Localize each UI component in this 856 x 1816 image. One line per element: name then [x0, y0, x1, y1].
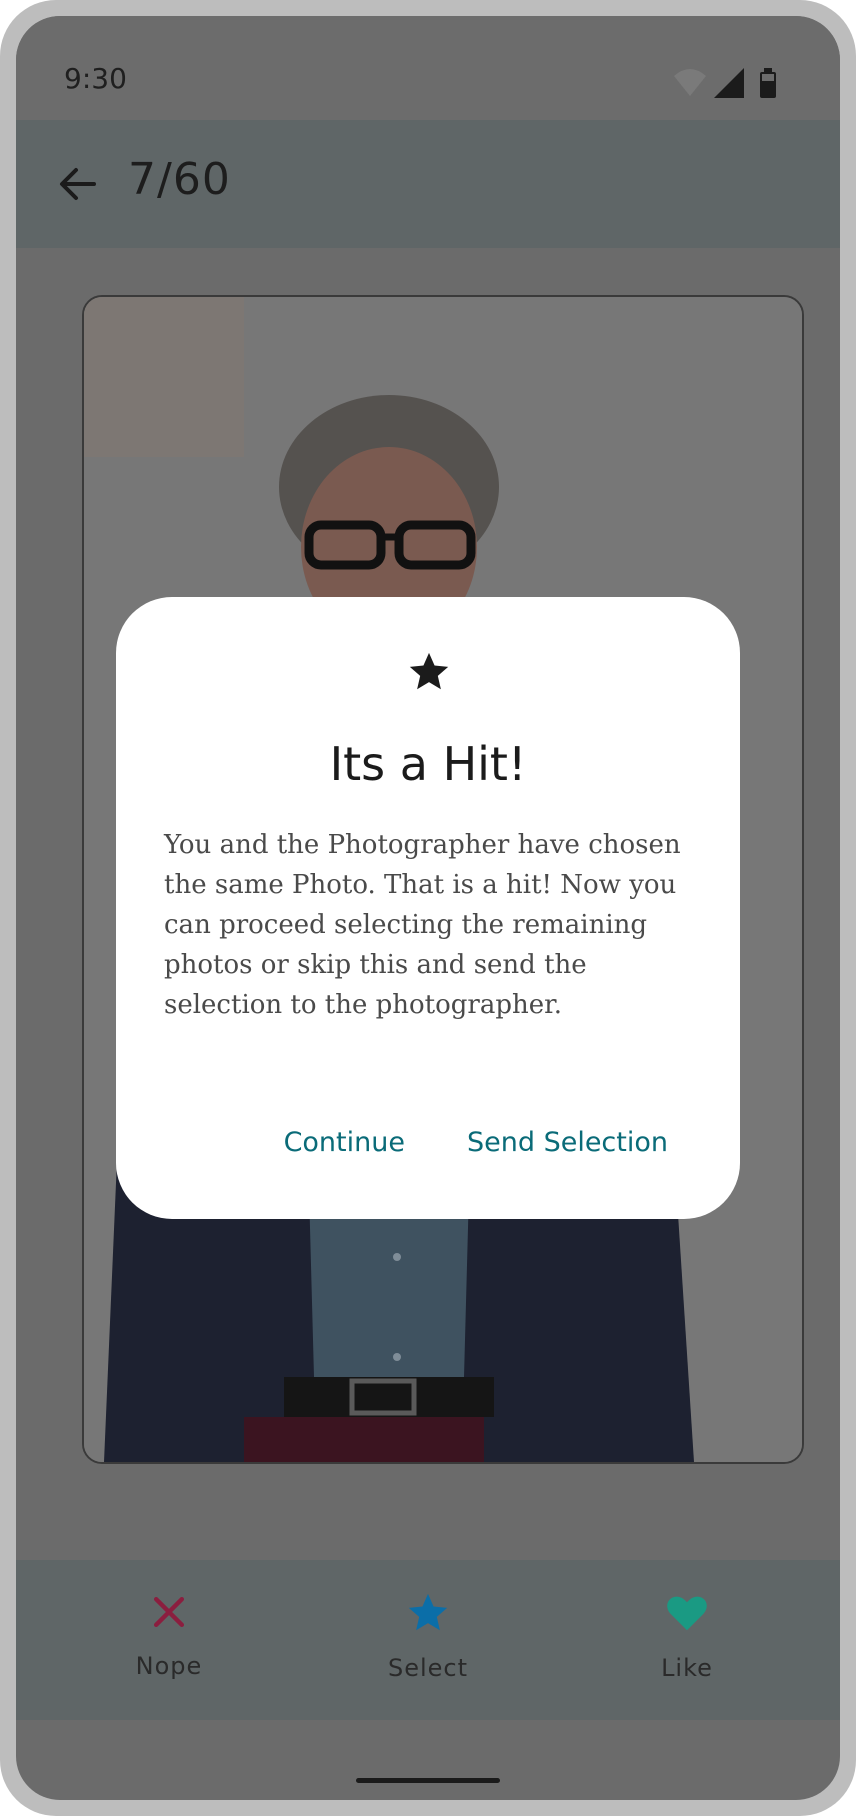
nav-item-nope[interactable]: Nope: [89, 1590, 249, 1700]
status-bar: 9:30: [16, 16, 840, 120]
close-icon: [153, 1596, 185, 1628]
nav-label-select: Select: [387, 1654, 469, 1682]
dialog-actions: Continue Send Selection: [284, 1127, 668, 1158]
continue-button[interactable]: Continue: [284, 1127, 405, 1158]
app-bar: 7/60: [16, 120, 840, 248]
bottom-nav: Nope Select Like: [16, 1560, 840, 1720]
nav-label-like: Like: [661, 1654, 713, 1682]
arrow-left-icon[interactable]: [50, 156, 106, 212]
screen: 9:30 7/60 Its a Hit! You and the Photogr…: [16, 16, 840, 1800]
photo-counter: 7/60: [128, 154, 231, 205]
dialog-title: Its a Hit!: [329, 737, 527, 791]
device-frame: 9:30 7/60 Its a Hit! You and the Photogr…: [0, 0, 856, 1816]
nav-label-nope: Nope: [135, 1652, 203, 1680]
battery-icon: [760, 68, 776, 98]
home-indicator[interactable]: [356, 1778, 500, 1783]
signal-icon: [714, 68, 744, 98]
wifi-icon: [674, 69, 706, 96]
send-selection-button[interactable]: Send Selection: [467, 1127, 668, 1158]
nav-item-select[interactable]: Select: [348, 1590, 508, 1700]
star-icon: [408, 1593, 448, 1631]
status-time: 9:30: [64, 62, 127, 95]
nav-item-like[interactable]: Like: [607, 1590, 767, 1700]
star-icon: [409, 652, 449, 690]
hit-dialog: Its a Hit! You and the Photographer have…: [116, 597, 740, 1219]
heart-icon: [667, 1596, 707, 1631]
status-icons: [674, 68, 776, 98]
dialog-message: You and the Photographer have chosen the…: [164, 830, 681, 1020]
